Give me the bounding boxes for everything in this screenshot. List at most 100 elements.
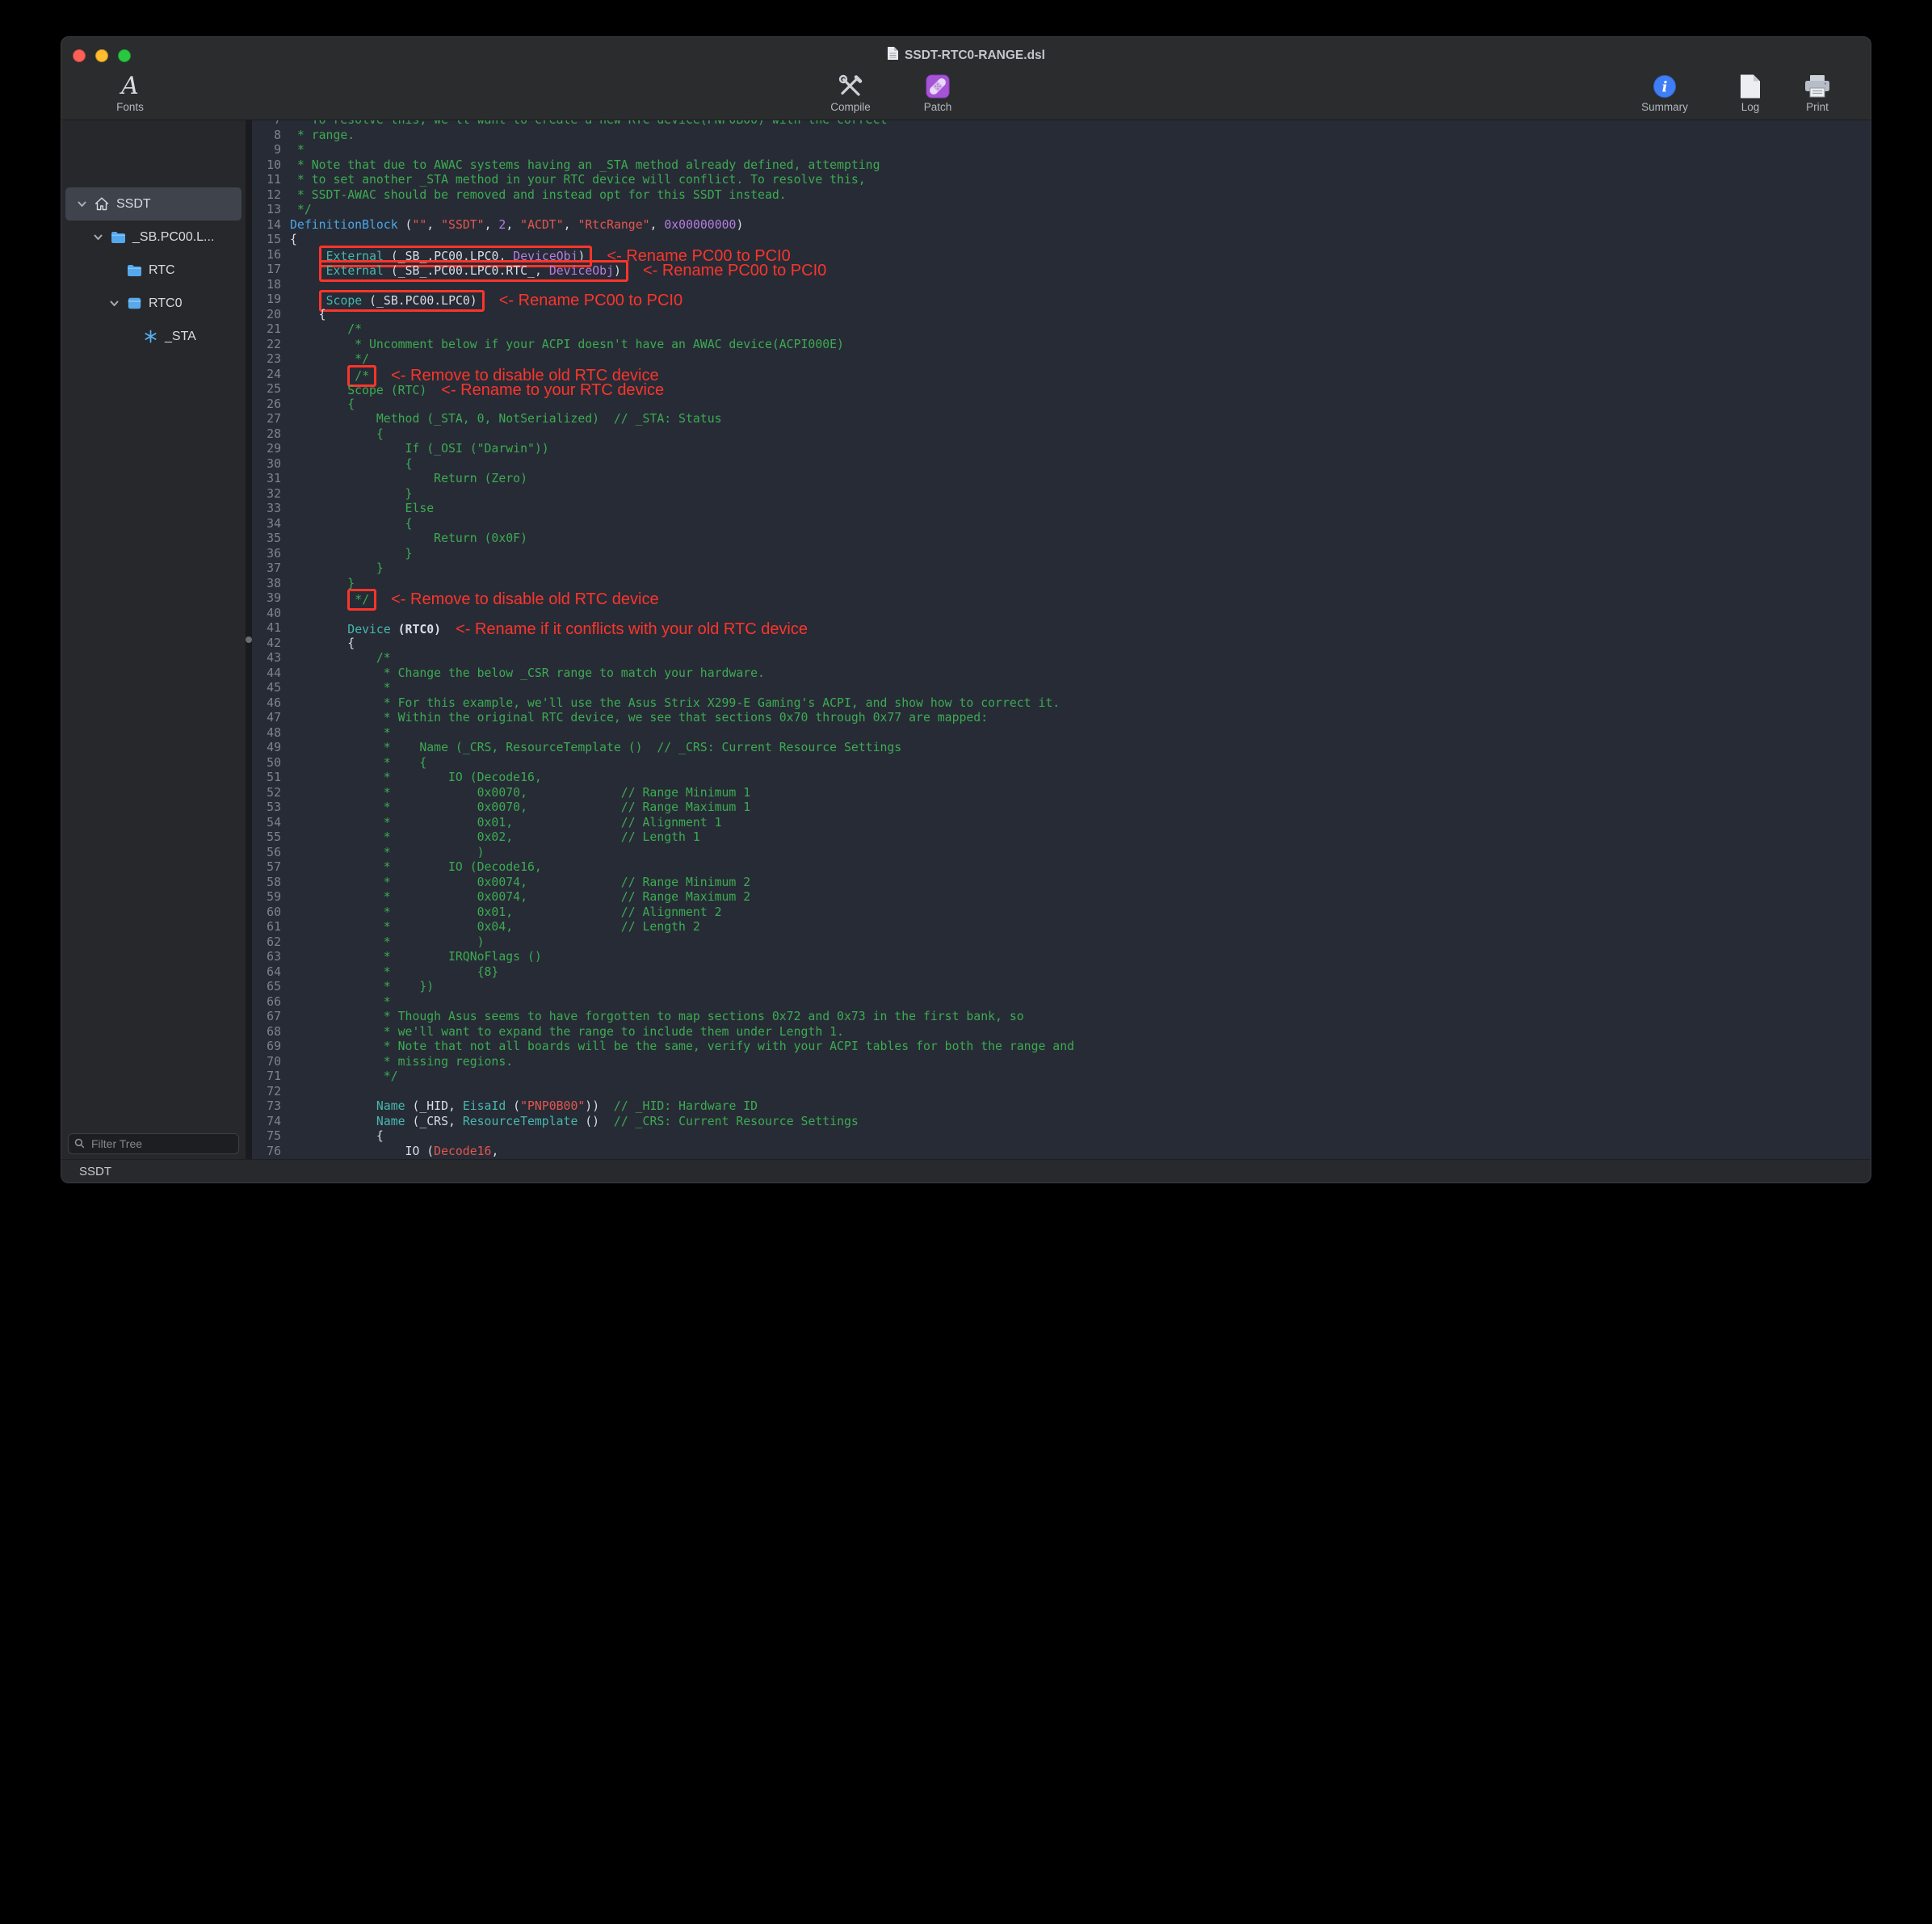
code-line-74[interactable]: 74 Name (_CRS, ResourceTemplate () // _C… (252, 1115, 1871, 1130)
code-line-56[interactable]: 56 * ) (252, 846, 1871, 861)
sidebar-item-sb-pc00-l[interactable]: _SB.PC00.L... (65, 221, 242, 254)
fonts-button[interactable]: AFonts (98, 73, 162, 113)
toolbar-label: Log (1741, 101, 1760, 113)
code-line-19[interactable]: 19 Scope (_SB.PC00.LPC0)<- Rename PC00 t… (252, 292, 1871, 308)
code-line-73[interactable]: 73 Name (_HID, EisaId ("PNP0B00")) // _H… (252, 1099, 1871, 1115)
code-line-45[interactable]: 45 * (252, 681, 1871, 696)
code-line-35[interactable]: 35 Return (0x0F) (252, 531, 1871, 547)
code-token: ( (513, 1099, 520, 1113)
code-line-27[interactable]: 27 Method (_STA, 0, NotSerialized) // _S… (252, 412, 1871, 427)
code-text: { (290, 517, 412, 532)
status-bar: SSDT (61, 1159, 1871, 1183)
compile-button[interactable]: Compile (818, 73, 883, 113)
code-line-43[interactable]: 43 /* (252, 651, 1871, 666)
code-line-60[interactable]: 60 * 0x01, // Alignment 2 (252, 905, 1871, 921)
code-line-25[interactable]: 25 Scope (RTC)<- Rename to your RTC devi… (252, 382, 1871, 397)
code-line-67[interactable]: 67 * Though Asus seems to have forgotten… (252, 1010, 1871, 1025)
sidebar-item-label: _STA (165, 330, 196, 344)
code-line-14[interactable]: 14DefinitionBlock ("", "SSDT", 2, "ACDT"… (252, 218, 1871, 233)
code-line-36[interactable]: 36 } (252, 547, 1871, 562)
code-line-57[interactable]: 57 * IO (Decode16, (252, 860, 1871, 876)
chevron-down-icon[interactable] (108, 298, 120, 309)
window-body: SSDT_SB.PC00.L...RTCRTC0 _STA 7 * To reso… (61, 120, 1871, 1159)
sidebar-item-sta[interactable]: _STA (65, 320, 242, 353)
code-text: DefinitionBlock ("", "SSDT", 2, "ACDT", … (290, 218, 743, 233)
code-line-68[interactable]: 68 * we'll want to expand the range to i… (252, 1025, 1871, 1040)
code-line-31[interactable]: 31 Return (Zero) (252, 472, 1871, 487)
code-line-30[interactable]: 30 { (252, 457, 1871, 473)
code-line-13[interactable]: 13 */ (252, 203, 1871, 218)
code-line-69[interactable]: 69 * Note that not all boards will be th… (252, 1040, 1871, 1055)
code-line-11[interactable]: 11 * to set another _STA method in your … (252, 173, 1871, 188)
code-line-61[interactable]: 61 * 0x04, // Length 2 (252, 920, 1871, 935)
code-line-12[interactable]: 12 * SSDT-AWAC should be removed and ins… (252, 188, 1871, 204)
code-line-55[interactable]: 55 * 0x02, // Length 1 (252, 830, 1871, 846)
code-text: * IO (Decode16, (290, 860, 542, 876)
code-line-41[interactable]: 41 Device (RTC0)<- Rename if it conflict… (252, 621, 1871, 636)
code-line-59[interactable]: 59 * 0x0074, // Range Maximum 2 (252, 890, 1871, 905)
code-line-53[interactable]: 53 * 0x0070, // Range Maximum 1 (252, 800, 1871, 816)
sidebar-item-ssdt[interactable]: SSDT (65, 187, 242, 221)
code-line-72[interactable]: 72 (252, 1085, 1871, 1100)
code-line-50[interactable]: 50 * { (252, 756, 1871, 771)
code-line-42[interactable]: 42 { (252, 636, 1871, 652)
code-line-9[interactable]: 9 * (252, 143, 1871, 158)
code-line-22[interactable]: 22 * Uncomment below if your ACPI doesn'… (252, 338, 1871, 353)
print-button[interactable]: Print (1785, 73, 1850, 113)
code-line-10[interactable]: 10 * Note that due to AWAC systems havin… (252, 158, 1871, 174)
code-line-70[interactable]: 70 * missing regions. (252, 1055, 1871, 1070)
chevron-down-icon[interactable] (76, 199, 87, 209)
code-line-47[interactable]: 47 * Within the original RTC device, we … (252, 711, 1871, 726)
chevron-down-icon[interactable] (92, 232, 103, 242)
code-token (290, 1099, 376, 1113)
code-line-54[interactable]: 54 * 0x01, // Alignment 1 (252, 816, 1871, 831)
code-line-37[interactable]: 37 } (252, 561, 1871, 577)
code-line-26[interactable]: 26 { (252, 397, 1871, 413)
sidebar-item-rtc[interactable]: RTC (65, 254, 242, 287)
code-line-29[interactable]: 29 If (_OSI ("Darwin")) (252, 442, 1871, 457)
code-line-32[interactable]: 32 } (252, 487, 1871, 502)
code-lines: 7 * To resolve this, we'll want to creat… (252, 120, 1871, 1159)
code-line-39[interactable]: 39 */<- Remove to disable old RTC device (252, 591, 1871, 607)
code-line-58[interactable]: 58 * 0x0074, // Range Minimum 2 (252, 876, 1871, 891)
code-line-8[interactable]: 8 * range. (252, 128, 1871, 144)
code-line-64[interactable]: 64 * {8} (252, 965, 1871, 981)
code-line-7[interactable]: 7 * To resolve this, we'll want to creat… (252, 120, 1871, 128)
code-line-65[interactable]: 65 * }) (252, 980, 1871, 995)
code-line-71[interactable]: 71 */ (252, 1069, 1871, 1085)
code-line-51[interactable]: 51 * IO (Decode16, (252, 771, 1871, 786)
code-line-23[interactable]: 23 */ (252, 352, 1871, 368)
summary-button[interactable]: iSummary (1632, 73, 1697, 113)
code-line-66[interactable]: 66 * (252, 995, 1871, 1010)
code-line-48[interactable]: 48 * (252, 726, 1871, 741)
code-line-46[interactable]: 46 * For this example, we'll use the Asu… (252, 696, 1871, 712)
code-line-44[interactable]: 44 * Change the below _CSR range to matc… (252, 666, 1871, 682)
code-line-33[interactable]: 33 Else (252, 502, 1871, 517)
code-line-76[interactable]: 76 IO (Decode16, (252, 1145, 1871, 1160)
code-line-28[interactable]: 28 { (252, 427, 1871, 443)
code-line-40[interactable]: 40 (252, 607, 1871, 622)
code-line-52[interactable]: 52 * 0x0070, // Range Minimum 1 (252, 786, 1871, 801)
line-number: 73 (252, 1099, 290, 1115)
code-line-17[interactable]: 17 External (_SB_.PC00.LPC0.RTC_, Device… (252, 263, 1871, 278)
code-line-24[interactable]: 24 /*<- Remove to disable old RTC device (252, 368, 1871, 383)
code-editor[interactable]: 7 * To resolve this, we'll want to creat… (252, 120, 1871, 1159)
code-line-20[interactable]: 20 { (252, 308, 1871, 323)
pane-divider[interactable] (246, 120, 252, 1159)
code-line-63[interactable]: 63 * IRQNoFlags () (252, 950, 1871, 965)
sidebar-item-rtc0[interactable]: RTC0 (65, 287, 242, 320)
patch-button[interactable]: Patch (905, 73, 970, 113)
code-token: "RtcRange" (578, 218, 649, 232)
line-number: 18 (252, 278, 290, 293)
code-text: * Note that due to AWAC systems having a… (290, 158, 880, 174)
filter-tree-input[interactable] (68, 1133, 239, 1154)
code-line-34[interactable]: 34 { (252, 517, 1871, 532)
code-token: 0x00000000 (664, 218, 736, 232)
code-line-38[interactable]: 38 } (252, 577, 1871, 592)
code-token: * 0x0074, // Range Maximum 2 (290, 890, 750, 904)
code-line-49[interactable]: 49 * Name (_CRS, ResourceTemplate () // … (252, 741, 1871, 756)
code-line-62[interactable]: 62 * ) (252, 935, 1871, 951)
code-line-21[interactable]: 21 /* (252, 322, 1871, 338)
log-button[interactable]: Log (1718, 73, 1783, 113)
code-line-75[interactable]: 75 { (252, 1129, 1871, 1145)
